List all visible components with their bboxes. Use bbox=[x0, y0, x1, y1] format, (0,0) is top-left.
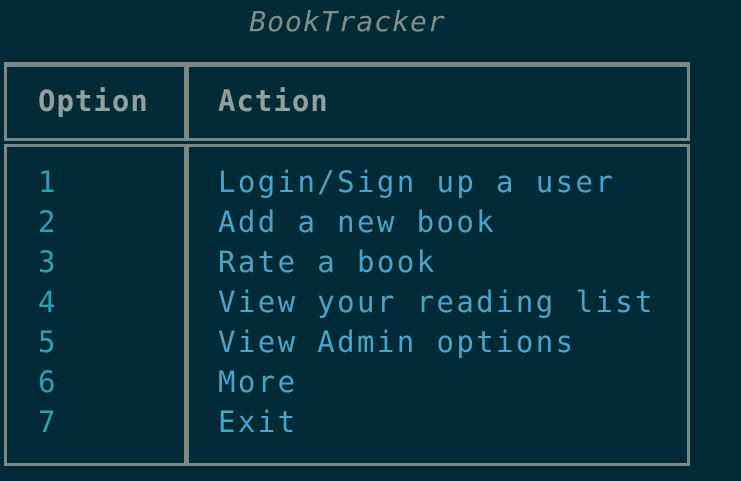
menu-row-4[interactable]: 4 View your reading list bbox=[0, 282, 690, 322]
option-number: 2 bbox=[38, 205, 56, 239]
option-number: 3 bbox=[38, 245, 56, 279]
header-divider bbox=[4, 138, 690, 147]
action-label: Exit bbox=[218, 405, 298, 439]
action-label: Login/Sign up a user bbox=[218, 165, 616, 199]
action-label: More bbox=[218, 365, 298, 399]
menu-row-7[interactable]: 7 Exit bbox=[0, 402, 690, 442]
menu-row-6[interactable]: 6 More bbox=[0, 362, 690, 402]
option-number: 5 bbox=[38, 325, 56, 359]
option-number: 7 bbox=[38, 405, 56, 439]
option-number: 4 bbox=[38, 285, 56, 319]
action-label: View your reading list bbox=[218, 285, 655, 319]
divider-junction bbox=[184, 138, 189, 147]
action-label: View Admin options bbox=[218, 325, 576, 359]
menu-row-2[interactable]: 2 Add a new book bbox=[0, 202, 690, 242]
menu-row-5[interactable]: 5 View Admin options bbox=[0, 322, 690, 362]
app-title: BookTracker bbox=[249, 5, 446, 38]
menu-row-1[interactable]: 1 Login/Sign up a user bbox=[0, 162, 690, 202]
menu-row-3[interactable]: 3 Rate a book bbox=[0, 242, 690, 282]
option-number: 6 bbox=[38, 365, 56, 399]
option-number: 1 bbox=[38, 165, 56, 199]
column-header-option: Option bbox=[38, 84, 149, 118]
action-label: Add a new book bbox=[218, 205, 497, 239]
action-label: Rate a book bbox=[218, 245, 437, 279]
column-header-action: Action bbox=[218, 84, 329, 118]
